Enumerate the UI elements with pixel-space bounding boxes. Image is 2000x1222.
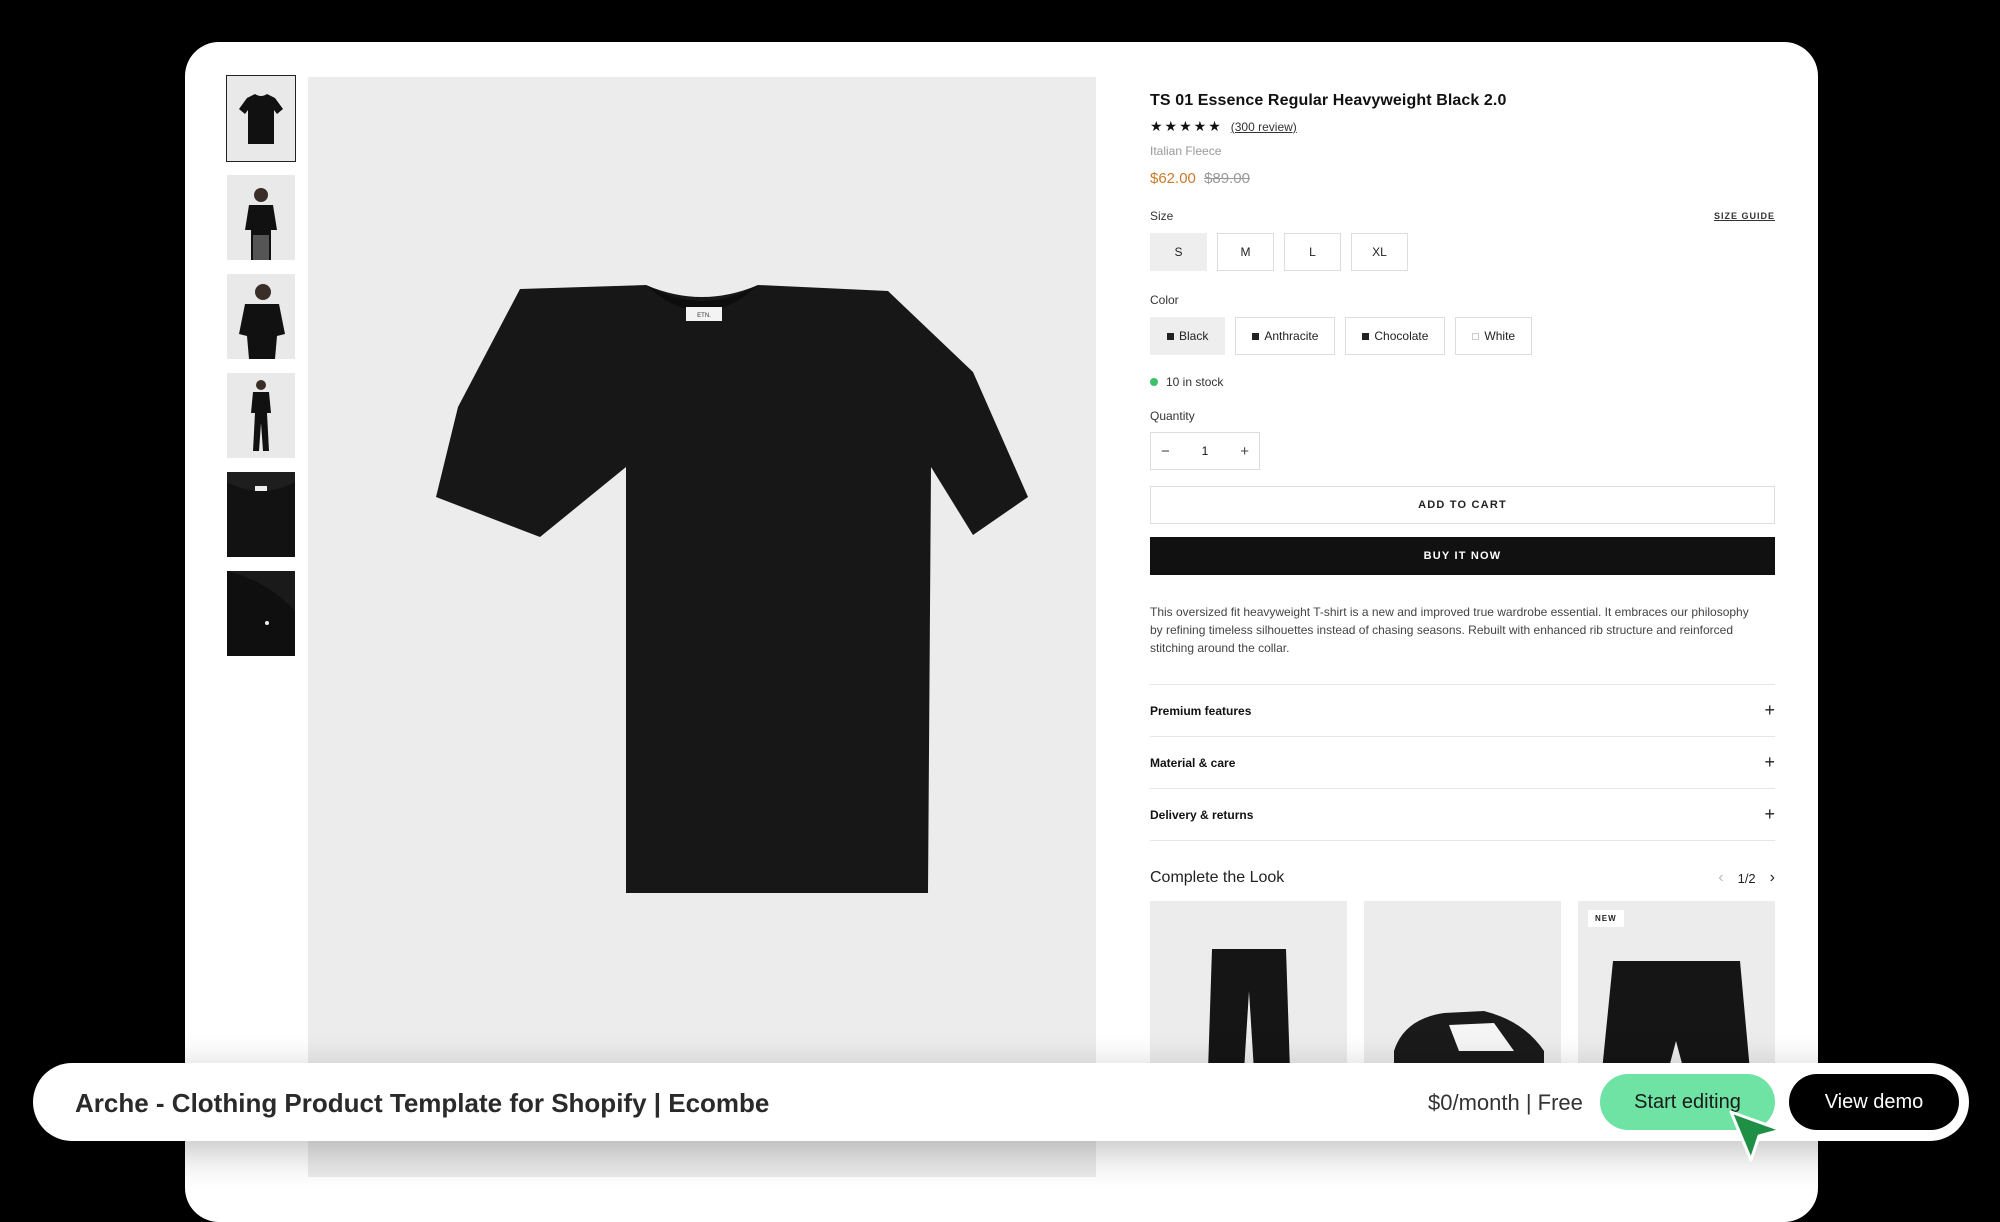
product-description: This oversized fit heavyweight T-shirt i… <box>1150 605 1749 655</box>
stock-status: 10 in stock <box>1150 375 1775 389</box>
accordion-label: Delivery & returns <box>1150 807 1254 822</box>
thumbnail-6[interactable] <box>227 571 295 656</box>
color-options: Black Anthracite Chocolate White <box>1150 317 1775 355</box>
main-product-image[interactable]: ETN. <box>308 77 1096 1177</box>
look-card-sneakers[interactable] <box>1364 901 1561 1071</box>
size-option-l[interactable]: L <box>1284 233 1341 271</box>
product-material: Italian Fleece <box>1150 144 1222 158</box>
color-swatch-icon <box>1362 332 1370 340</box>
buy-it-now-button[interactable]: BUY IT NOW <box>1150 537 1775 575</box>
color-label: Color <box>1150 293 1179 307</box>
size-option-m[interactable]: M <box>1217 233 1274 271</box>
template-price: $0/month | Free <box>1428 1090 1583 1115</box>
color-option-white[interactable]: White <box>1455 317 1533 355</box>
complete-look-cards: NEW <box>1150 901 1775 1071</box>
product-rating: ★★★★★ (300 review) <box>1150 118 1775 135</box>
svg-text:ETN.: ETN. <box>697 313 711 319</box>
plus-icon[interactable]: + <box>1240 443 1249 460</box>
thumbnail-4[interactable] <box>227 373 295 458</box>
quantity-label: Quantity <box>1150 409 1195 423</box>
color-option-anthracite[interactable]: Anthracite <box>1235 317 1336 355</box>
product-title: TS 01 Essence Regular Heavyweight Black … <box>1150 92 1507 109</box>
color-header: Color <box>1150 293 1775 307</box>
chevron-left-icon[interactable]: ‹ <box>1718 869 1723 887</box>
stock-text: 10 in stock <box>1166 375 1224 389</box>
color-option-label: Chocolate <box>1374 329 1429 343</box>
view-demo-button[interactable]: View demo <box>1789 1074 1959 1130</box>
add-to-cart-button[interactable]: ADD TO CART <box>1150 486 1775 524</box>
quantity-stepper: − 1 + <box>1150 432 1260 470</box>
color-option-label: Anthracite <box>1264 329 1319 343</box>
color-swatch-icon <box>1167 332 1174 340</box>
complete-look-title: Complete the Look <box>1150 869 1285 886</box>
thumbnail-5[interactable] <box>227 472 295 557</box>
size-option-xl[interactable]: XL <box>1351 233 1408 271</box>
thumbnail-2[interactable] <box>227 175 295 260</box>
thumbnail-3[interactable] <box>227 274 295 359</box>
compare-price: $89.00 <box>1204 170 1250 187</box>
accordion-material-care[interactable]: Material & care + <box>1150 737 1775 789</box>
template-title: Arche - Clothing Product Template for Sh… <box>75 1088 770 1118</box>
carousel-page: 1/2 <box>1737 870 1756 886</box>
accordion-delivery-returns[interactable]: Delivery & returns + <box>1150 789 1775 841</box>
carousel-nav: ‹ 1/2 › <box>1718 869 1775 887</box>
thumbnail-1[interactable] <box>226 75 296 162</box>
size-label: Size <box>1150 209 1174 223</box>
accordion-label: Material & care <box>1150 755 1236 770</box>
product-info: TS 01 Essence Regular Heavyweight Black … <box>1150 92 1775 1071</box>
product-price: $62.00 $89.00 <box>1150 170 1775 187</box>
thumbnail-gallery <box>226 75 296 670</box>
color-swatch-icon <box>1252 332 1260 340</box>
accordion: Premium features + Material & care + Del… <box>1150 684 1775 841</box>
template-bar: Arche - Clothing Product Template for Sh… <box>33 1063 1969 1141</box>
reviews-link[interactable]: (300 review) <box>1231 120 1297 134</box>
size-header: Size SIZE GUIDE <box>1150 209 1775 223</box>
look-card-shorts[interactable]: NEW <box>1578 901 1775 1071</box>
color-option-chocolate[interactable]: Chocolate <box>1345 317 1446 355</box>
color-option-label: Black <box>1179 329 1209 343</box>
accordion-premium-features[interactable]: Premium features + <box>1150 685 1775 737</box>
plus-icon: + <box>1764 752 1775 772</box>
look-card-pants[interactable] <box>1150 901 1347 1071</box>
size-option-s[interactable]: S <box>1150 233 1207 271</box>
sale-price: $62.00 <box>1150 170 1196 187</box>
complete-look-header: Complete the Look ‹ 1/2 › <box>1150 869 1775 887</box>
quantity-value[interactable]: 1 <box>1202 444 1209 458</box>
chevron-right-icon[interactable]: › <box>1770 869 1775 887</box>
product-page-preview: ETN. TS 01 Essence Regular Heavyweight B… <box>185 42 1818 1222</box>
color-option-black[interactable]: Black <box>1150 317 1226 355</box>
stock-dot-icon <box>1150 378 1158 386</box>
color-swatch-icon <box>1472 332 1480 340</box>
accordion-label: Premium features <box>1150 703 1252 718</box>
color-option-label: White <box>1484 329 1516 343</box>
star-rating-icon: ★★★★★ <box>1150 118 1223 134</box>
size-options: S M L XL <box>1150 233 1775 271</box>
pointer-cursor-icon <box>1729 1110 1783 1162</box>
minus-icon[interactable]: − <box>1161 443 1170 460</box>
plus-icon: + <box>1764 700 1775 720</box>
plus-icon: + <box>1764 804 1775 824</box>
size-guide-link[interactable]: SIZE GUIDE <box>1714 211 1775 221</box>
